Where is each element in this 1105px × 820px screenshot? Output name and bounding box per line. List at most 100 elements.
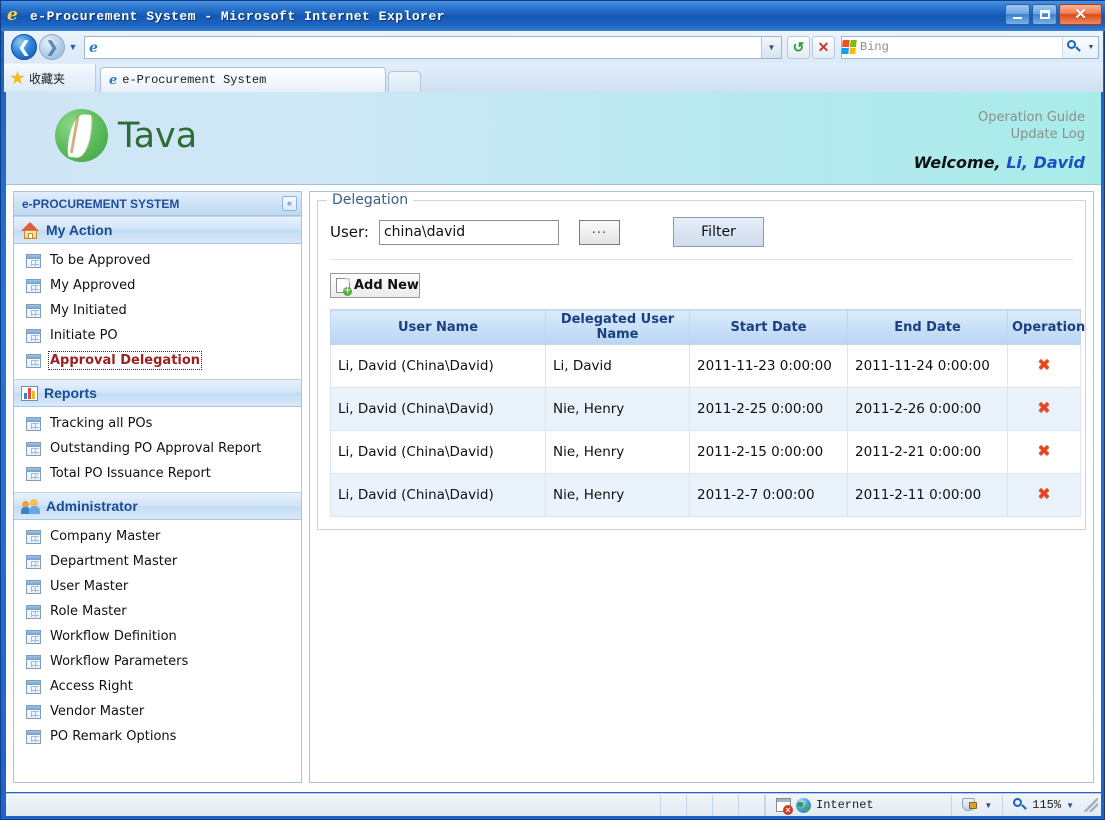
- forward-button[interactable]: ❯: [39, 34, 65, 60]
- user-input[interactable]: [378, 219, 559, 245]
- grid-icon: [26, 604, 41, 619]
- search-provider-label: Bing: [860, 40, 889, 54]
- sidebar-item-label: To be Approved: [50, 253, 151, 268]
- sidebar-collapse-button[interactable]: «: [282, 196, 297, 211]
- address-input[interactable]: [109, 37, 761, 57]
- delete-icon[interactable]: ✖: [1037, 443, 1050, 459]
- filter-row: User: ... Filter: [330, 211, 1073, 260]
- sidebar-item-label: Workflow Parameters: [50, 654, 189, 669]
- browser-tab[interactable]: e e-Procurement System: [100, 67, 386, 92]
- sidebar-group-administrator[interactable]: Administrator: [14, 492, 301, 520]
- column-header-end-date[interactable]: End Date: [847, 309, 1008, 345]
- cell-operation: ✖: [1007, 430, 1081, 474]
- chevron-down-icon[interactable]: ▼: [1066, 801, 1074, 810]
- column-header-delegated-user[interactable]: Delegated User Name: [545, 309, 690, 345]
- welcome-username[interactable]: Li, David: [1006, 153, 1085, 172]
- back-button[interactable]: ❮: [11, 34, 37, 60]
- cell-start-date: 2011-11-23 0:00:00: [689, 344, 848, 388]
- sidebar-item-to-be-approved[interactable]: To be Approved: [14, 248, 301, 273]
- sidebar-item-my-approved[interactable]: My Approved: [14, 273, 301, 298]
- search-box[interactable]: Bing ▼: [841, 35, 1099, 59]
- cell-delegated-user: Nie, Henry: [545, 430, 690, 474]
- welcome-message: Welcome, Li, David: [914, 153, 1085, 172]
- search-options-chevron-icon[interactable]: ▼: [1084, 36, 1098, 58]
- navigation-toolbar: ❮ ❯ ▼ e ▼ ↺ ✕ Bing ▼: [4, 31, 1103, 63]
- sidebar-item-access-right[interactable]: Access Right: [14, 674, 301, 699]
- delete-icon[interactable]: ✖: [1037, 357, 1050, 373]
- bing-logo-icon: [841, 40, 857, 54]
- sidebar-item-label: Vendor Master: [50, 704, 145, 719]
- tab-favicon-icon: e: [109, 72, 118, 88]
- add-new-label: Add New: [354, 278, 419, 293]
- sidebar-item-po-remark-options[interactable]: PO Remark Options: [14, 724, 301, 749]
- grid-icon: [26, 416, 41, 431]
- sidebar-item-label: Approval Delegation: [47, 351, 203, 370]
- sidebar-item-label: My Initiated: [50, 303, 127, 318]
- address-bar[interactable]: e ▼: [84, 35, 782, 59]
- sidebar-item-company-master[interactable]: Company Master: [14, 524, 301, 549]
- search-submit-icon[interactable]: [1062, 36, 1084, 58]
- leaf-logo-icon: [55, 109, 108, 162]
- fieldset-legend: Delegation: [327, 192, 414, 208]
- minimize-button[interactable]: [1005, 4, 1030, 25]
- stop-button[interactable]: ✕: [812, 35, 835, 59]
- new-tab-button[interactable]: [388, 71, 421, 92]
- sidebar-item-department-master[interactable]: Department Master: [14, 549, 301, 574]
- maximize-button[interactable]: [1032, 4, 1057, 25]
- delete-icon[interactable]: ✖: [1037, 400, 1050, 416]
- cell-delegated-user: Nie, Henry: [545, 473, 690, 517]
- popup-blocked-icon[interactable]: [776, 798, 793, 815]
- sidebar-item-label: My Approved: [50, 278, 136, 293]
- sidebar-group-my-action[interactable]: My Action: [14, 216, 301, 244]
- column-header-user-name[interactable]: User Name: [330, 309, 546, 345]
- favorites-button[interactable]: 收藏夹: [4, 64, 96, 92]
- sidebar-item-label: Outstanding PO Approval Report: [50, 441, 262, 456]
- column-header-operation[interactable]: Operation: [1007, 309, 1085, 345]
- sidebar-item-total-po-issuance-report[interactable]: Total PO Issuance Report: [14, 461, 301, 486]
- protected-mode-indicator[interactable]: ▼: [951, 794, 1002, 816]
- update-log-link[interactable]: Update Log: [978, 126, 1085, 143]
- resize-grip[interactable]: [1084, 798, 1098, 812]
- sidebar-item-role-master[interactable]: Role Master: [14, 599, 301, 624]
- history-dropdown-icon[interactable]: ▼: [65, 34, 81, 60]
- sidebar-item-approval-delegation[interactable]: Approval Delegation: [14, 348, 301, 373]
- close-button[interactable]: ✕: [1059, 4, 1102, 25]
- cell-user-name: Li, David (China\David): [330, 473, 546, 517]
- sidebar-item-workflow-parameters[interactable]: Workflow Parameters: [14, 649, 301, 674]
- grid-icon: [26, 529, 41, 544]
- browse-user-button[interactable]: ...: [578, 219, 620, 245]
- sidebar-item-my-initiated[interactable]: My Initiated: [14, 298, 301, 323]
- security-zone-indicator[interactable]: Internet: [765, 794, 884, 816]
- sidebar-item-tracking-all-pos[interactable]: Tracking all POs: [14, 411, 301, 436]
- cell-user-name: Li, David (China\David): [330, 387, 546, 431]
- cell-start-date: 2011-2-25 0:00:00: [689, 387, 848, 431]
- sidebar-title: e-PROCUREMENT SYSTEM: [22, 196, 180, 211]
- address-dropdown-icon[interactable]: ▼: [761, 36, 781, 58]
- sidebar-item-user-master[interactable]: User Master: [14, 574, 301, 599]
- sidebar-item-vendor-master[interactable]: Vendor Master: [14, 699, 301, 724]
- cell-operation: ✖: [1007, 387, 1081, 431]
- zoom-control[interactable]: 115% ▼: [1002, 794, 1084, 816]
- sidebar-group-reports[interactable]: Reports: [14, 379, 301, 407]
- sidebar-list-my-action: To be Approved My Approved My Initiated …: [14, 244, 301, 379]
- operation-guide-link[interactable]: Operation Guide: [978, 109, 1085, 126]
- table-header-row: User Name Delegated User Name Start Date…: [330, 309, 1085, 345]
- delete-icon[interactable]: ✖: [1037, 486, 1050, 502]
- browser-window: e e-Procurement System - Microsoft Inter…: [0, 0, 1105, 820]
- grid-icon: [26, 679, 41, 694]
- sidebar-item-label: Initiate PO: [50, 328, 118, 343]
- tab-strip: 收藏夹 e e-Procurement System: [4, 63, 1103, 92]
- cell-user-name: Li, David (China\David): [330, 430, 546, 474]
- refresh-button[interactable]: ↺: [787, 35, 810, 59]
- sidebar-item-outstanding-po-approval-report[interactable]: Outstanding PO Approval Report: [14, 436, 301, 461]
- column-header-start-date[interactable]: Start Date: [689, 309, 848, 345]
- sidebar: e-PROCUREMENT SYSTEM « My Action To be A…: [13, 191, 302, 783]
- cell-user-name: Li, David (China\David): [330, 344, 546, 388]
- sidebar-item-initiate-po[interactable]: Initiate PO: [14, 323, 301, 348]
- sidebar-item-workflow-definition[interactable]: Workflow Definition: [14, 624, 301, 649]
- add-new-button[interactable]: Add New: [330, 273, 420, 298]
- chevron-down-icon[interactable]: ▼: [984, 801, 992, 810]
- sidebar-item-label: User Master: [50, 579, 129, 594]
- filter-button[interactable]: Filter: [672, 217, 764, 247]
- user-label: User:: [330, 223, 369, 241]
